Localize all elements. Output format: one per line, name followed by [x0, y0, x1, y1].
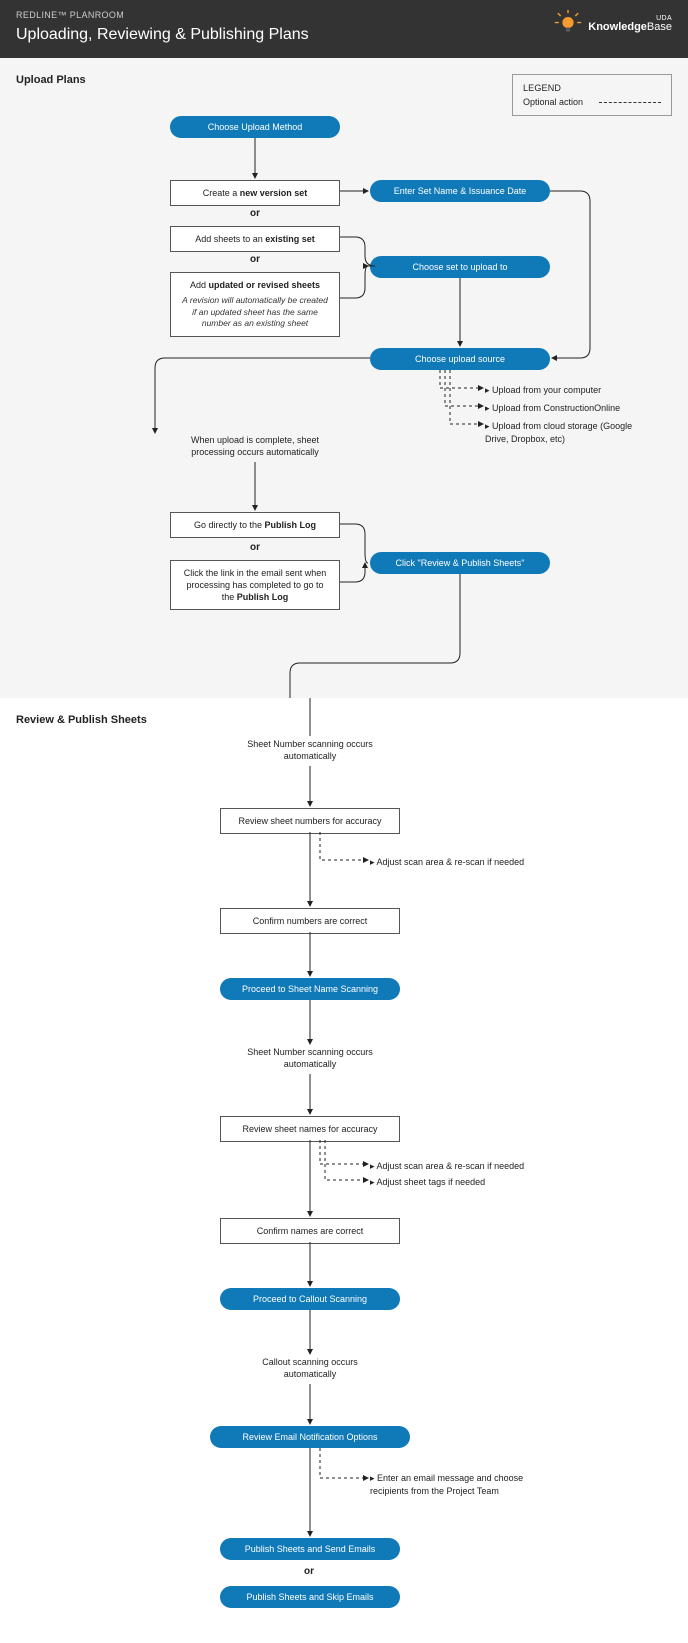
step-confirm-numbers: Confirm numbers are correct	[220, 908, 400, 934]
or-label: or	[250, 542, 260, 553]
text-num-scan: Sheet Number scanning occurs automatical…	[230, 738, 390, 762]
dashed-line-icon	[599, 102, 661, 103]
step-existing-set: Add sheets to an existing set	[170, 226, 340, 252]
note-adjust-scan: ▸ Adjust scan area & re-scan if needed	[370, 856, 524, 869]
step-choose-upload-method: Choose Upload Method	[170, 116, 340, 138]
step-review-publish: Click "Review & Publish Sheets"	[370, 552, 550, 574]
step-proceed-name-scan: Proceed to Sheet Name Scanning	[220, 978, 400, 1000]
step-revised-sheets: Add updated or revised sheets A revision…	[170, 272, 340, 337]
step-proceed-callout: Proceed to Callout Scanning	[220, 1288, 400, 1310]
section-upload-plans: Upload Plans LEGEND Optional action Choo…	[0, 58, 688, 698]
step-review-names: Review sheet names for accuracy	[220, 1116, 400, 1142]
knowledgebase-logo: UDA KnowledgeBase	[554, 10, 672, 38]
note-upload-cloud: ▸ Upload from cloud storage (Google Driv…	[485, 420, 655, 445]
note-upload-computer: ▸ Upload from your computer	[485, 384, 601, 397]
step-review-numbers: Review sheet numbers for accuracy	[220, 808, 400, 834]
step-publish-send: Publish Sheets and Send Emails	[220, 1538, 400, 1560]
note-adjust-scan2: ▸ Adjust scan area & re-scan if needed	[370, 1160, 524, 1173]
text-name-scan: Sheet Number scanning occurs automatical…	[230, 1046, 390, 1070]
step-choose-source: Choose upload source	[370, 348, 550, 370]
page-header: REDLINE™ PLANROOM Uploading, Reviewing &…	[0, 0, 688, 58]
step-email-link: Click the link in the email sent when pr…	[170, 560, 340, 610]
section-title: Review & Publish Sheets	[16, 714, 672, 726]
breadcrumb: REDLINE™ PLANROOM	[16, 10, 309, 20]
step-new-version-set: Create a new version set	[170, 180, 340, 206]
legend-box: LEGEND Optional action	[512, 74, 672, 116]
step-enter-set-name: Enter Set Name & Issuance Date	[370, 180, 550, 202]
page-title: Uploading, Reviewing & Publishing Plans	[16, 26, 309, 44]
step-confirm-names: Confirm names are correct	[220, 1218, 400, 1244]
lightbulb-icon	[554, 10, 582, 38]
or-label: or	[304, 1566, 314, 1577]
text-callout-scan: Callout scanning occurs automatically	[240, 1356, 380, 1380]
step-go-publish-log: Go directly to the Publish Log	[170, 512, 340, 538]
note-upload-co: ▸ Upload from ConstructionOnline	[485, 402, 620, 415]
note-email-msg: ▸ Enter an email message and choose reci…	[370, 1472, 550, 1497]
step-choose-set: Choose set to upload to	[370, 256, 550, 278]
note-adjust-tags: ▸ Adjust sheet tags if needed	[370, 1176, 485, 1189]
or-label: or	[250, 254, 260, 265]
step-review-email: Review Email Notification Options	[210, 1426, 410, 1448]
step-publish-skip: Publish Sheets and Skip Emails	[220, 1586, 400, 1608]
or-label: or	[250, 208, 260, 219]
text-processing-auto: When upload is complete, sheet processin…	[180, 434, 330, 458]
section-review-publish: Review & Publish Sheets Sheet Number sca…	[0, 698, 688, 1638]
